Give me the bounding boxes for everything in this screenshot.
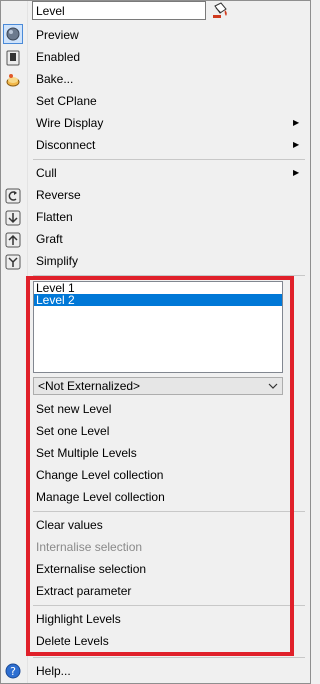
- bake-icon: [6, 74, 20, 87]
- chevron-down-icon: [268, 383, 278, 389]
- menu-item-preview[interactable]: Preview: [36, 24, 79, 46]
- icon-gutter: [0, 0, 27, 684]
- menu-item-set-one-level[interactable]: Set one Level: [36, 420, 109, 442]
- separator: [33, 511, 305, 512]
- menu-item-disconnect[interactable]: Disconnect: [36, 134, 95, 156]
- menu-item-change-level-collection[interactable]: Change Level collection: [36, 464, 163, 486]
- menu-item-internalise-selection: Internalise selection: [36, 540, 143, 554]
- dropdown-value: <Not Externalized>: [38, 379, 141, 393]
- list-item-selected[interactable]: Level 2: [34, 294, 282, 306]
- menu-item-highlight-levels[interactable]: Highlight Levels: [36, 608, 121, 630]
- externalize-dropdown[interactable]: <Not Externalized>: [33, 377, 283, 395]
- menu-item-externalise-selection[interactable]: Externalise selection: [36, 558, 146, 580]
- simplify-icon: [5, 254, 21, 270]
- menu-item-help[interactable]: Help...: [36, 660, 71, 682]
- paint-bucket-icon[interactable]: [211, 2, 231, 20]
- menu-item-wire-display[interactable]: Wire Display: [36, 112, 103, 134]
- menu-item-bake[interactable]: Bake...: [36, 68, 73, 90]
- submenu-arrow-icon: ▶: [293, 140, 300, 149]
- menu-item-clear-values[interactable]: Clear values: [36, 514, 103, 536]
- menu-item-simplify[interactable]: Simplify: [36, 250, 78, 272]
- separator: [33, 657, 305, 658]
- menu-item-reverse[interactable]: Reverse: [36, 184, 81, 206]
- separator: [33, 605, 305, 606]
- separator: [33, 275, 305, 276]
- sphere-icon: [6, 27, 20, 41]
- menu-item-enabled[interactable]: Enabled: [36, 46, 80, 68]
- flatten-icon: [5, 210, 21, 226]
- reverse-icon: [5, 188, 21, 204]
- gutter-divider: [27, 0, 28, 684]
- menu-item-graft[interactable]: Graft: [36, 228, 63, 250]
- context-menu: Preview Enabled Bake... Set CPlane Wire …: [0, 0, 311, 684]
- menu-item-set-multiple-levels[interactable]: Set Multiple Levels: [36, 442, 137, 464]
- preview-icon-frame: [3, 24, 23, 44]
- menu-item-extract-parameter[interactable]: Extract parameter: [36, 580, 131, 602]
- name-input[interactable]: [32, 1, 206, 20]
- svg-text:?: ?: [10, 665, 16, 678]
- menu-item-delete-levels[interactable]: Delete Levels: [36, 630, 109, 652]
- levels-listbox[interactable]: Level 1 Level 2: [33, 281, 283, 373]
- menu-item-cull[interactable]: Cull: [36, 162, 57, 184]
- submenu-arrow-icon: ▶: [293, 168, 300, 177]
- graft-icon: [5, 232, 21, 248]
- separator: [33, 159, 305, 160]
- submenu-arrow-icon: ▶: [293, 118, 300, 127]
- menu-item-set-cplane[interactable]: Set CPlane: [36, 90, 97, 112]
- help-icon: ?: [5, 663, 21, 679]
- enabled-icon: [6, 50, 20, 66]
- menu-item-set-new-level[interactable]: Set new Level: [36, 398, 111, 420]
- menu-item-manage-level-collection[interactable]: Manage Level collection: [36, 486, 165, 508]
- menu-item-flatten[interactable]: Flatten: [36, 206, 73, 228]
